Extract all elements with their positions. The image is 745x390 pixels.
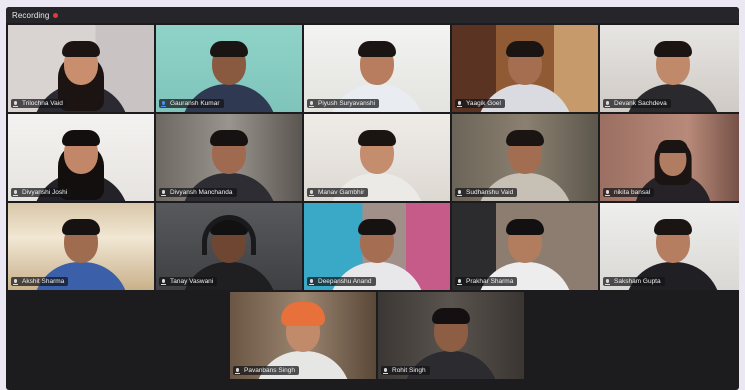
participant-name: Gauransh Kumar [170,100,220,107]
participant-name: Pavanbans Singh [244,367,295,374]
participant-tile[interactable]: Sudhanshu Vaid [452,114,598,201]
mic-icon [383,367,388,374]
participant-name-tag: Akshit Sharma [11,277,69,286]
participant-tile[interactable]: Manav Gambhir [304,114,450,201]
participant-name: Rohit Singh [392,367,426,374]
mic-icon [457,278,462,285]
participant-name-tag: Piyush Suryavanshi [307,99,380,108]
participant-name-tag: Divyanshi Joshi [11,188,72,197]
mic-icon [13,189,18,196]
participant-name: Tanay Vaswani [170,278,214,285]
participant-name: Piyush Suryavanshi [318,100,376,107]
mic-icon [161,278,166,285]
participant-tile[interactable]: Yaagik Goel [452,25,598,112]
recording-dot-icon [53,12,59,18]
participant-name: Trilochna Vaid [22,100,63,107]
participant-tile[interactable]: Deepanshu Anand [304,203,450,290]
participant-name-tag: Divyansh Manchanda [159,188,237,197]
participant-name: Prakhar Sharma [466,278,514,285]
participant-name: Devank Sachdeva [614,100,667,107]
participant-name: nikita bansal [614,189,651,196]
participant-name: Divyanshi Joshi [22,189,68,196]
mic-icon [309,100,314,107]
participant-tile[interactable]: Pavanbans Singh [230,292,376,379]
participant-tile[interactable]: Gauransh Kumar [156,25,302,112]
participant-name: Akshit Sharma [22,278,65,285]
mic-icon [235,367,240,374]
participant-tile[interactable]: Piyush Suryavanshi [304,25,450,112]
mic-icon [309,189,314,196]
participant-name-tag: Prakhar Sharma [455,277,518,286]
participant-name-tag: Yaagik Goel [455,99,505,108]
participant-name-tag: Devank Sachdeva [603,99,671,108]
mic-icon [457,100,462,107]
participant-name: Yaagik Goel [466,100,501,107]
mic-icon [13,100,18,107]
recording-label: Recording [12,10,50,20]
participant-name: Saksham Gupta [614,278,661,285]
participant-name-tag: Trilochna Vaid [11,99,67,108]
participant-name-tag: Sudhanshu Vaid [455,188,518,197]
mic-icon [605,189,610,196]
participant-name-tag: Gauransh Kumar [159,99,224,108]
participant-tile[interactable]: Trilochna Vaid [8,25,154,112]
mic-icon [457,189,462,196]
recording-bar: Recording [6,7,739,23]
participant-tile[interactable]: Rohit Singh [378,292,524,379]
participant-name-tag: nikita bansal [603,188,655,197]
participant-tile[interactable]: nikita bansal [600,114,739,201]
participant-tile[interactable]: Divyansh Manchanda [156,114,302,201]
participant-tile[interactable]: Divyanshi Joshi [8,114,154,201]
mic-icon [605,100,610,107]
participant-tile[interactable]: Saksham Gupta [600,203,739,290]
mic-icon [13,278,18,285]
mic-icon [161,189,166,196]
participant-name-tag: Deepanshu Anand [307,277,376,286]
participant-name: Deepanshu Anand [318,278,372,285]
participant-tile[interactable]: Devank Sachdeva [600,25,739,112]
participant-name: Sudhanshu Vaid [466,189,514,196]
participant-tile[interactable]: Akshit Sharma [8,203,154,290]
participant-name-tag: Pavanbans Singh [233,366,299,375]
participant-name-tag: Manav Gambhir [307,188,369,197]
participant-tile[interactable]: Tanay Vaswani [156,203,302,290]
mic-icon [309,278,314,285]
mic-icon [605,278,610,285]
participant-name: Divyansh Manchanda [170,189,233,196]
mic-active-icon [161,100,166,107]
participant-name-tag: Rohit Singh [381,366,430,375]
participant-name-tag: Tanay Vaswani [159,277,218,286]
participant-name: Manav Gambhir [318,189,365,196]
video-call-window: Recording Trilochna Vaid Gauransh Kumar Pi… [6,7,739,390]
participant-name-tag: Saksham Gupta [603,277,665,286]
participant-tile[interactable]: Prakhar Sharma [452,203,598,290]
